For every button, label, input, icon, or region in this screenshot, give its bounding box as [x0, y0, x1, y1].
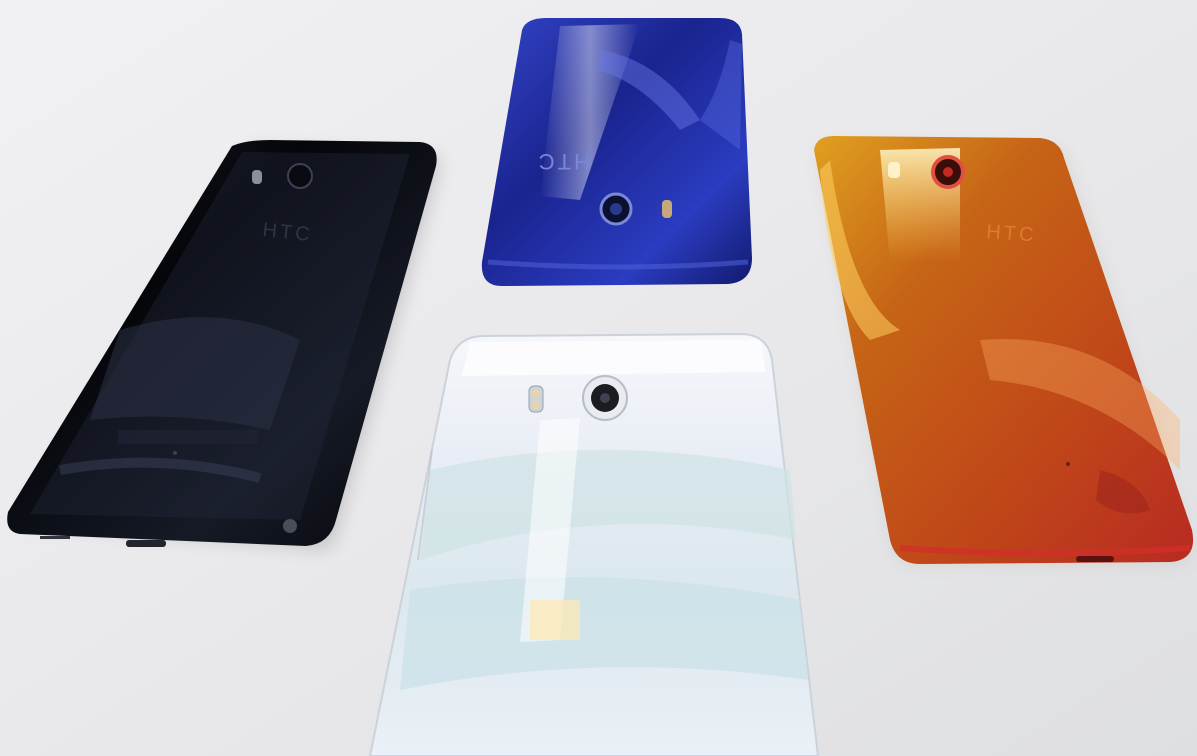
- black-phone-camera-icon: [287, 163, 313, 189]
- photo-stage: HTC HTC HTC: [0, 0, 1197, 756]
- red-orange-phone-logo: HTC: [986, 221, 1038, 246]
- blue-phone: HTC: [481, 18, 752, 286]
- blue-phone-logo: HTC: [536, 149, 590, 174]
- phones-photo: HTC HTC HTC: [0, 0, 1197, 756]
